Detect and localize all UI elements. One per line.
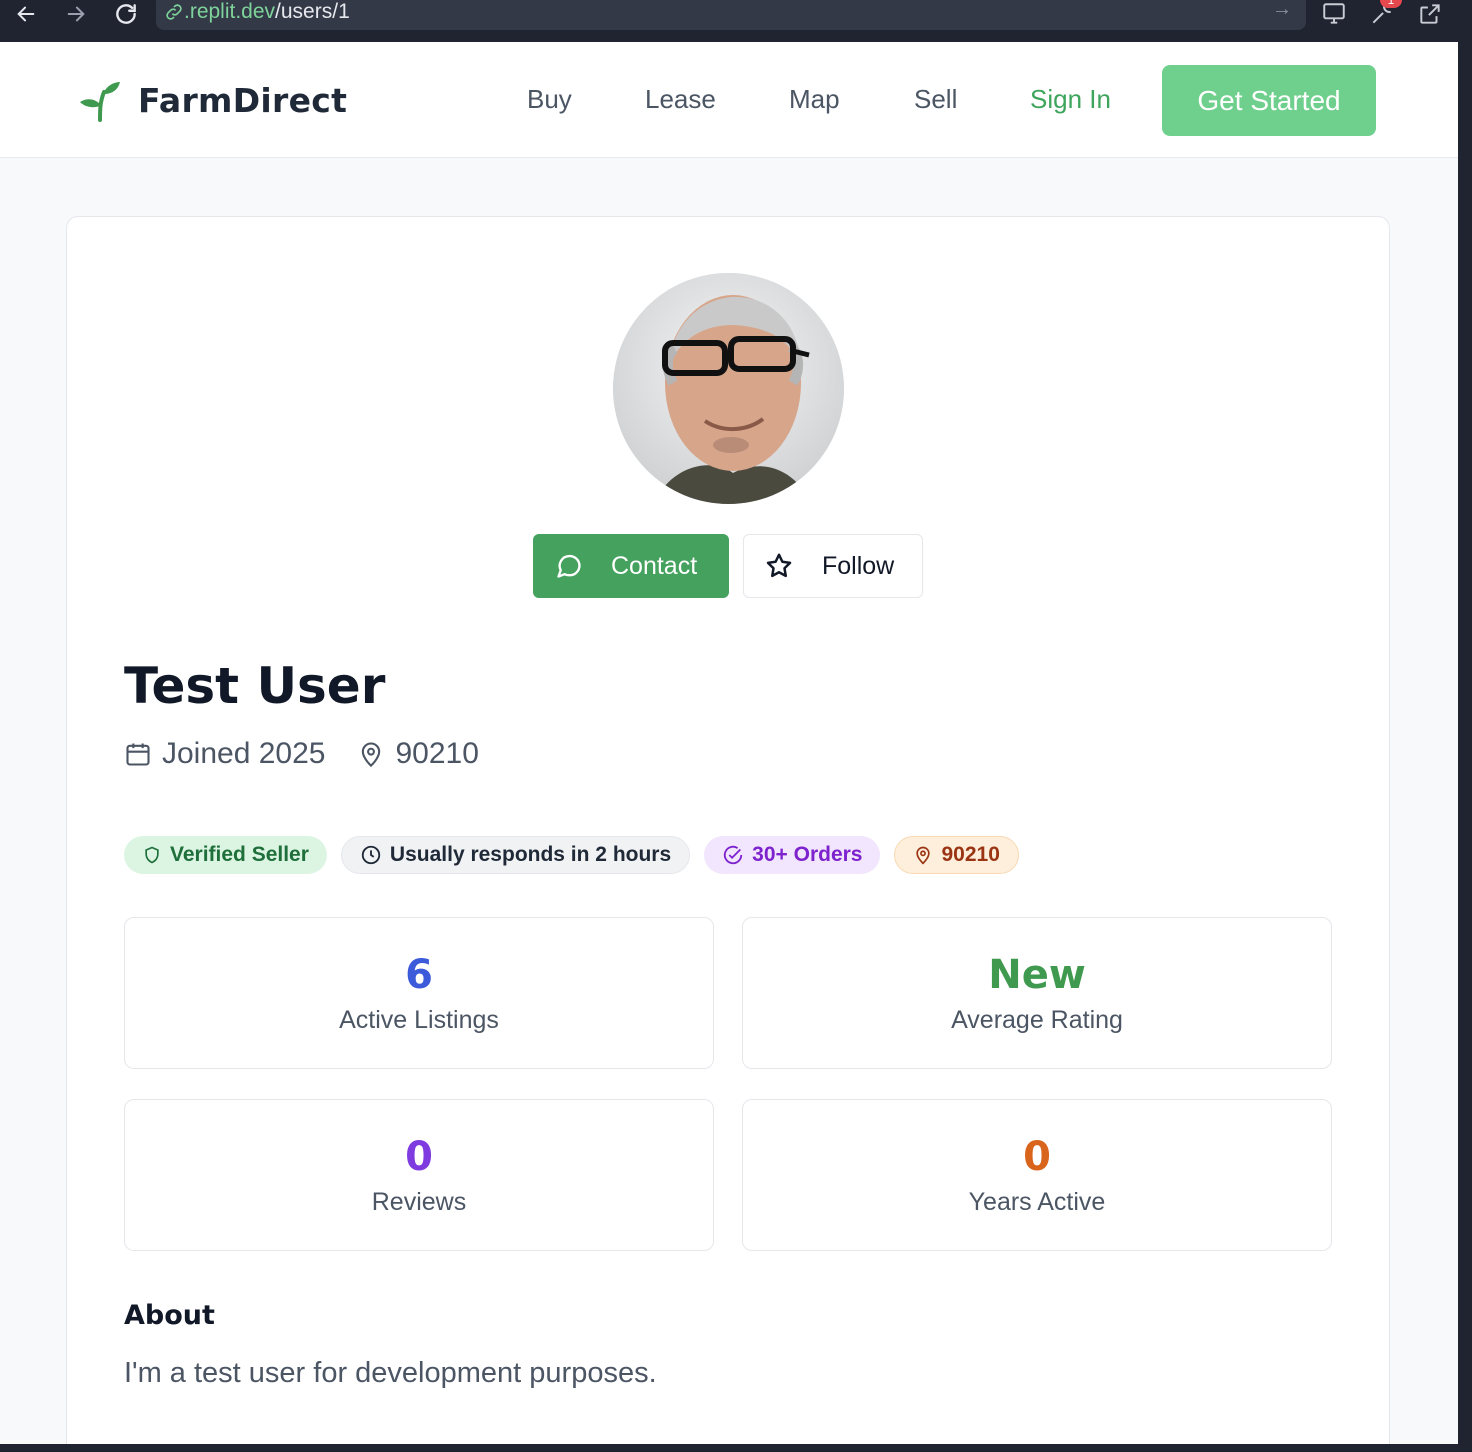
- window-edge-bottom: [0, 1444, 1472, 1452]
- response-time-label: Usually responds in 2 hours: [389, 843, 672, 866]
- star-icon: [766, 553, 792, 578]
- stat-label: Active Listings: [339, 1006, 499, 1034]
- about-text: I'm a test user for development purposes…: [124, 1357, 657, 1389]
- nav-lease[interactable]: Lease: [645, 84, 716, 115]
- follow-button[interactable]: Follow: [743, 534, 923, 598]
- link-icon: [166, 4, 182, 20]
- message-circle-icon: [557, 554, 581, 578]
- shield-icon: [145, 846, 159, 864]
- go-icon[interactable]: →: [1272, 0, 1292, 21]
- verified-seller-label: Verified Seller: [170, 843, 309, 866]
- stat-value: 0: [1023, 1134, 1051, 1180]
- contact-label: Contact: [611, 551, 698, 580]
- sprout-icon: [80, 82, 120, 122]
- about-heading: About: [124, 1300, 215, 1331]
- page: FarmDirect Buy Lease Map Sell Sign In Ge…: [0, 42, 1458, 1444]
- site-header: FarmDirect Buy Lease Map Sell Sign In Ge…: [0, 42, 1458, 158]
- profile-card: Contact Follow Test User Joined 2025 902…: [66, 216, 1390, 1444]
- check-circle-icon: [724, 845, 743, 865]
- stat-active-listings: 6 Active Listings: [124, 917, 714, 1069]
- response-time-badge: Usually responds in 2 hours: [340, 836, 691, 874]
- orders-label: 30+ Orders: [752, 843, 863, 866]
- zip-label: 90210: [941, 843, 1000, 866]
- follow-label: Follow: [822, 551, 895, 580]
- sign-in-link[interactable]: Sign In: [1030, 84, 1111, 115]
- joined-text: Joined 2025: [162, 737, 326, 770]
- url-path: /users/1: [275, 0, 350, 23]
- avatar: [613, 273, 844, 504]
- stat-value: 0: [405, 1134, 433, 1180]
- badge-row: Verified Seller Usually responds in 2 ho…: [124, 836, 1033, 874]
- verified-seller-badge: Verified Seller: [124, 836, 327, 874]
- location-text: 90210: [395, 737, 479, 770]
- zip-badge: 90210: [894, 836, 1019, 874]
- user-meta: Joined 2025 90210: [124, 737, 511, 771]
- stat-value: 6: [405, 952, 433, 998]
- get-started-button[interactable]: Get Started: [1162, 65, 1376, 136]
- url-host: .replit.dev: [184, 0, 276, 23]
- address-bar[interactable]: .replit.dev/users/1 →: [156, 0, 1306, 30]
- stat-label: Average Rating: [951, 1006, 1123, 1034]
- user-name: Test User: [124, 657, 386, 715]
- browser-toolbar: .replit.dev/users/1 → 1: [0, 0, 1458, 42]
- brand-name: FarmDirect: [138, 80, 348, 120]
- stat-label: Reviews: [371, 1188, 467, 1216]
- map-pin-icon: [916, 846, 931, 865]
- brand-logo[interactable]: FarmDirect: [78, 78, 347, 122]
- stat-average-rating: New Average Rating: [742, 917, 1332, 1069]
- window-edge: [1458, 0, 1472, 1452]
- nav-map[interactable]: Map: [789, 84, 840, 115]
- reload-icon[interactable]: [112, 0, 140, 28]
- back-icon[interactable]: [12, 0, 40, 28]
- open-external-icon[interactable]: [1416, 0, 1444, 28]
- location-info: 90210: [357, 737, 479, 771]
- stat-label: Years Active: [968, 1188, 1106, 1216]
- nav-buy[interactable]: Buy: [527, 84, 572, 115]
- orders-badge: 30+ Orders: [704, 836, 881, 874]
- calendar-icon: [126, 743, 150, 766]
- contact-button[interactable]: Contact: [533, 534, 729, 598]
- notification-badge: 1: [1380, 0, 1402, 8]
- forward-icon[interactable]: [62, 0, 90, 28]
- stat-years-active: 0 Years Active: [742, 1099, 1332, 1251]
- stat-value: New: [988, 952, 1086, 998]
- map-pin-icon: [362, 742, 381, 768]
- clock-icon: [361, 845, 381, 865]
- nav-sell[interactable]: Sell: [914, 84, 957, 115]
- joined-info: Joined 2025: [124, 737, 325, 771]
- stat-reviews: 0 Reviews: [124, 1099, 714, 1251]
- devices-icon[interactable]: [1320, 0, 1348, 28]
